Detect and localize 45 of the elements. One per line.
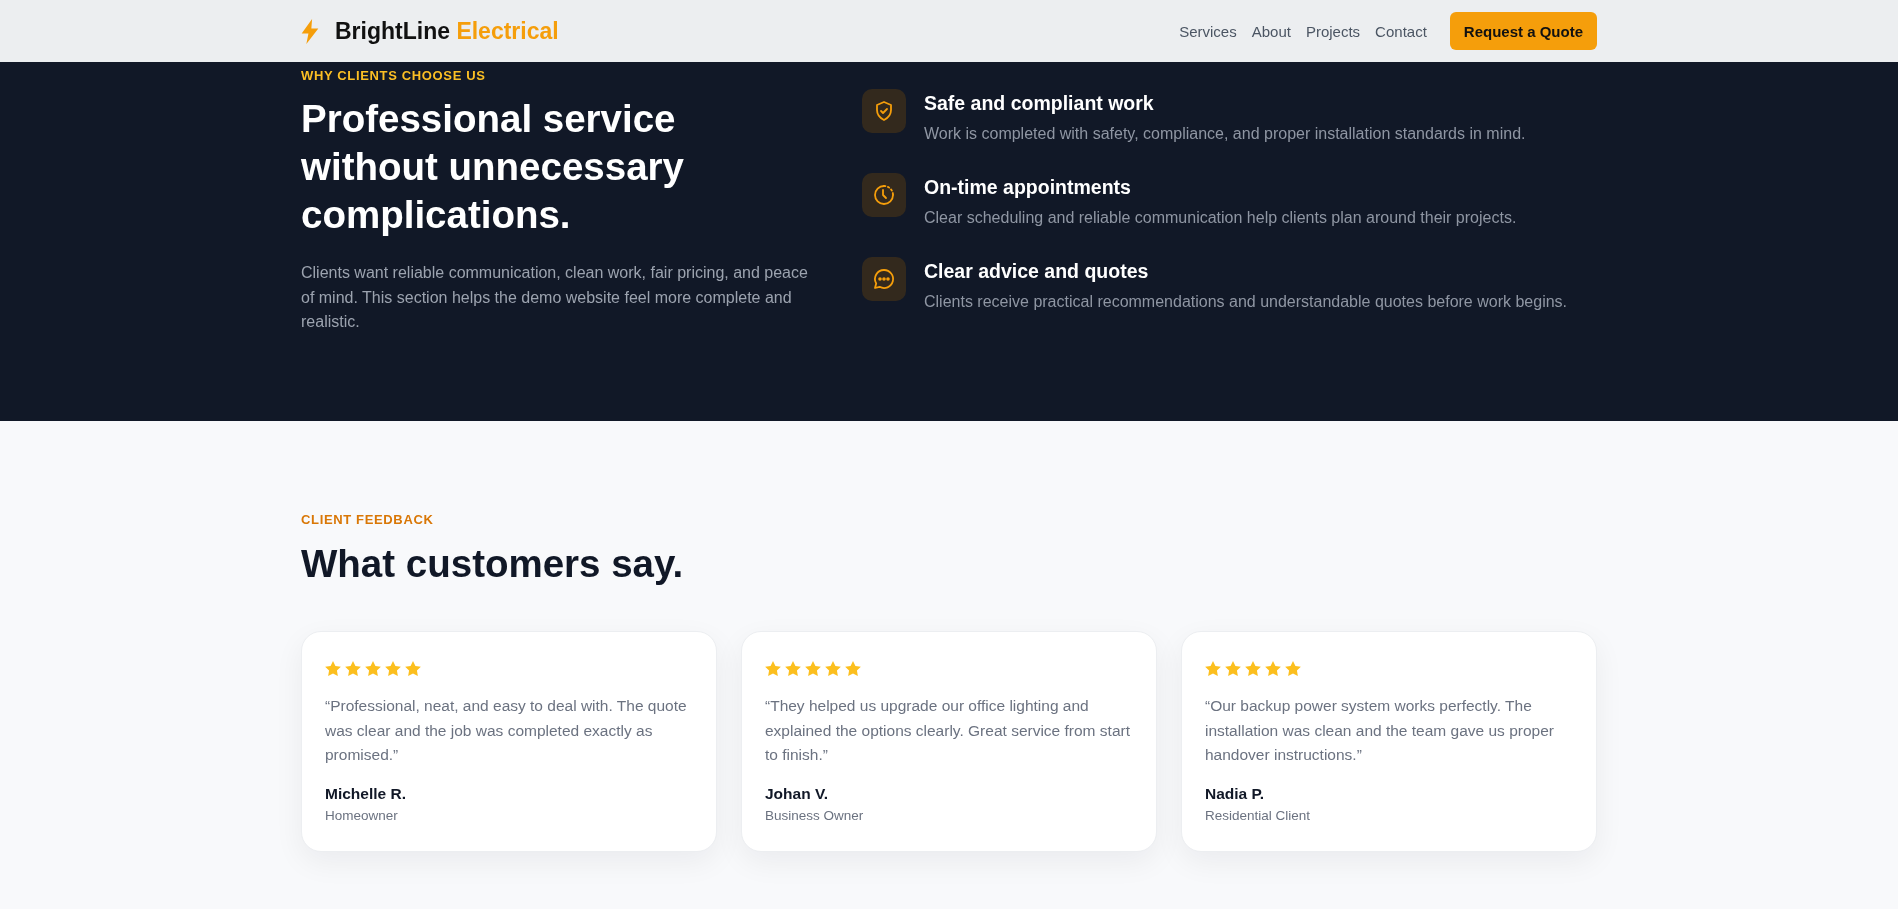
chat-bubble-icon [862, 257, 906, 302]
reviewer-name: Johan V. [765, 783, 830, 804]
star-icon [805, 660, 821, 676]
nav-link[interactable]: Contact [1375, 22, 1427, 40]
testimonial-quote: “Professional, neat, and easy to deal with. The quote was clear and the job was completed exactly as promised.” [325, 696, 688, 765]
star-icon [405, 660, 421, 676]
star-icon [325, 660, 341, 676]
reviewer-name: Nadia P. [1205, 783, 1266, 804]
section-description: Clients want reliable communication, clean work, fair pricing, and peace of mind. This section helps the demo website feel more complete and realistic. [301, 263, 809, 332]
nav-link[interactable]: About [1251, 22, 1291, 40]
star-icon [825, 660, 841, 676]
star-icon [345, 660, 361, 676]
star-icon [1245, 660, 1261, 676]
star-icon [365, 660, 381, 676]
star-icon [1225, 660, 1241, 676]
section-eyebrow: CLIENT FEEDBACK [301, 512, 435, 528]
reviewer-role: Residential Client [1205, 806, 1312, 825]
shield-check-icon [862, 89, 906, 134]
reviewer-role: Business Owner [765, 806, 865, 825]
feature-title: Clear advice and quotes [924, 259, 1150, 284]
feature-title: Safe and compliant work [924, 91, 1155, 116]
section-heading: Professional service without unnecessary complications. [301, 96, 685, 238]
feature-description: Clients receive practical recommendations and understandable quotes before work begins. [924, 292, 1568, 313]
section-eyebrow: WHY CLIENTS CHOOSE US [301, 68, 487, 84]
brand-name[interactable]: BrightLine Electrical [335, 17, 559, 45]
request-quote-button[interactable]: Request a Quote [1449, 12, 1597, 50]
feature-description: Work is completed with safety, compliance, and proper installation standards in mind. [924, 124, 1526, 145]
reviewer-role: Homeowner [325, 806, 399, 825]
feature-title: On-time appointments [924, 175, 1132, 200]
section-heading: What customers say. [301, 541, 685, 587]
nav-link[interactable]: Projects [1305, 22, 1361, 40]
star-icon [385, 660, 401, 676]
star-icon [1285, 660, 1301, 676]
star-icon [785, 660, 801, 676]
star-icon [1205, 660, 1221, 676]
reviewer-name: Michelle R. [325, 783, 407, 804]
testimonial-quote: “They helped us upgrade our office lighting and explained the options clearly. Great service from start to finish.” [765, 696, 1131, 765]
lightning-bolt-icon [301, 18, 319, 44]
star-icon [765, 660, 781, 676]
star-icon [1265, 660, 1281, 676]
feature-description: Clear scheduling and reliable communication help clients plan around their projects. [924, 208, 1517, 229]
star-icon [845, 660, 861, 676]
clock-icon [862, 173, 906, 218]
nav-link[interactable]: Services [1179, 22, 1237, 40]
testimonial-quote: “Our backup power system works perfectly. The installation was clean and the team gave us proper handover instructions.” [1205, 696, 1555, 765]
